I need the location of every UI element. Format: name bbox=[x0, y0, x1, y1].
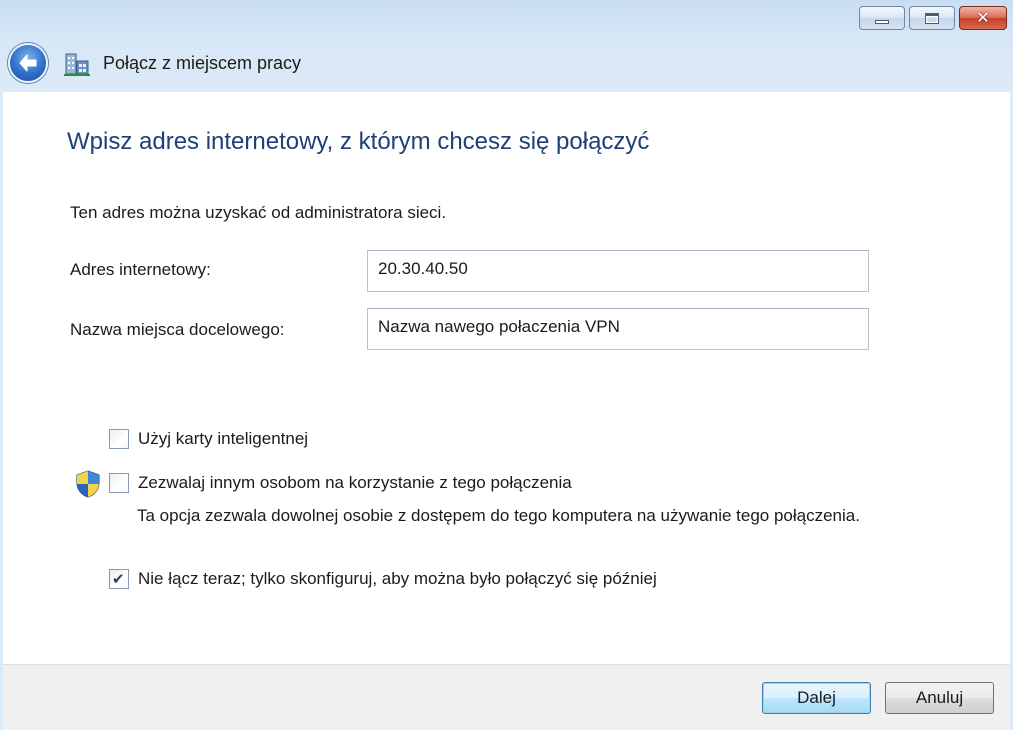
destination-input[interactable]: Nazwa nawego połaczenia VPN bbox=[367, 308, 869, 350]
cancel-button[interactable]: Anuluj bbox=[885, 682, 994, 714]
dont-connect-label[interactable]: Nie łącz teraz; tylko skonfiguruj, aby m… bbox=[138, 569, 657, 589]
info-text: Ten adres można uzyskać od administrator… bbox=[70, 203, 447, 222]
destination-label: Nazwa miejsca docelowego: bbox=[70, 320, 285, 339]
maximize-icon bbox=[925, 13, 939, 24]
allow-others-description: Ta opcja zezwala dowolnej osobie z dostę… bbox=[137, 506, 860, 525]
content-panel: Wpisz adres internetowy, z którym chcesz… bbox=[3, 92, 1010, 664]
page-heading: Wpisz adres internetowy, z którym chcesz… bbox=[67, 128, 650, 155]
smart-card-checkbox[interactable] bbox=[109, 429, 129, 449]
workplace-network-icon bbox=[64, 53, 90, 76]
allow-others-checkbox[interactable] bbox=[109, 473, 129, 493]
button-bar: Dalej Anuluj bbox=[3, 664, 1010, 730]
back-button[interactable] bbox=[8, 43, 48, 83]
dont-connect-option[interactable]: ✔ Nie łącz teraz; tylko skonfiguruj, aby… bbox=[109, 568, 657, 590]
address-input[interactable]: 20.30.40.50 bbox=[367, 250, 869, 292]
checkmark-icon: ✔ bbox=[112, 570, 125, 588]
allow-others-option[interactable]: Zezwalaj innym osobom na korzystanie z t… bbox=[109, 472, 572, 494]
smart-card-option[interactable]: Użyj karty inteligentnej bbox=[109, 428, 308, 450]
back-arrow-icon bbox=[19, 54, 37, 72]
address-label: Adres internetowy: bbox=[70, 260, 211, 279]
minimize-button[interactable] bbox=[859, 6, 905, 30]
dialog-window: ✕ Połącz z miejscem pracy Wpisz adres in… bbox=[0, 0, 1013, 730]
allow-others-label[interactable]: Zezwalaj innym osobom na korzystanie z t… bbox=[138, 473, 572, 493]
dont-connect-checkbox[interactable]: ✔ bbox=[109, 569, 129, 589]
minimize-icon bbox=[875, 20, 889, 24]
uac-shield-icon bbox=[76, 470, 100, 498]
maximize-button[interactable] bbox=[909, 6, 955, 30]
close-button[interactable]: ✕ bbox=[959, 6, 1007, 30]
close-icon: ✕ bbox=[976, 8, 990, 27]
caption-buttons: ✕ bbox=[859, 6, 1007, 30]
next-button[interactable]: Dalej bbox=[762, 682, 871, 714]
window-title: Połącz z miejscem pracy bbox=[103, 53, 302, 73]
smart-card-label[interactable]: Użyj karty inteligentnej bbox=[138, 429, 308, 449]
